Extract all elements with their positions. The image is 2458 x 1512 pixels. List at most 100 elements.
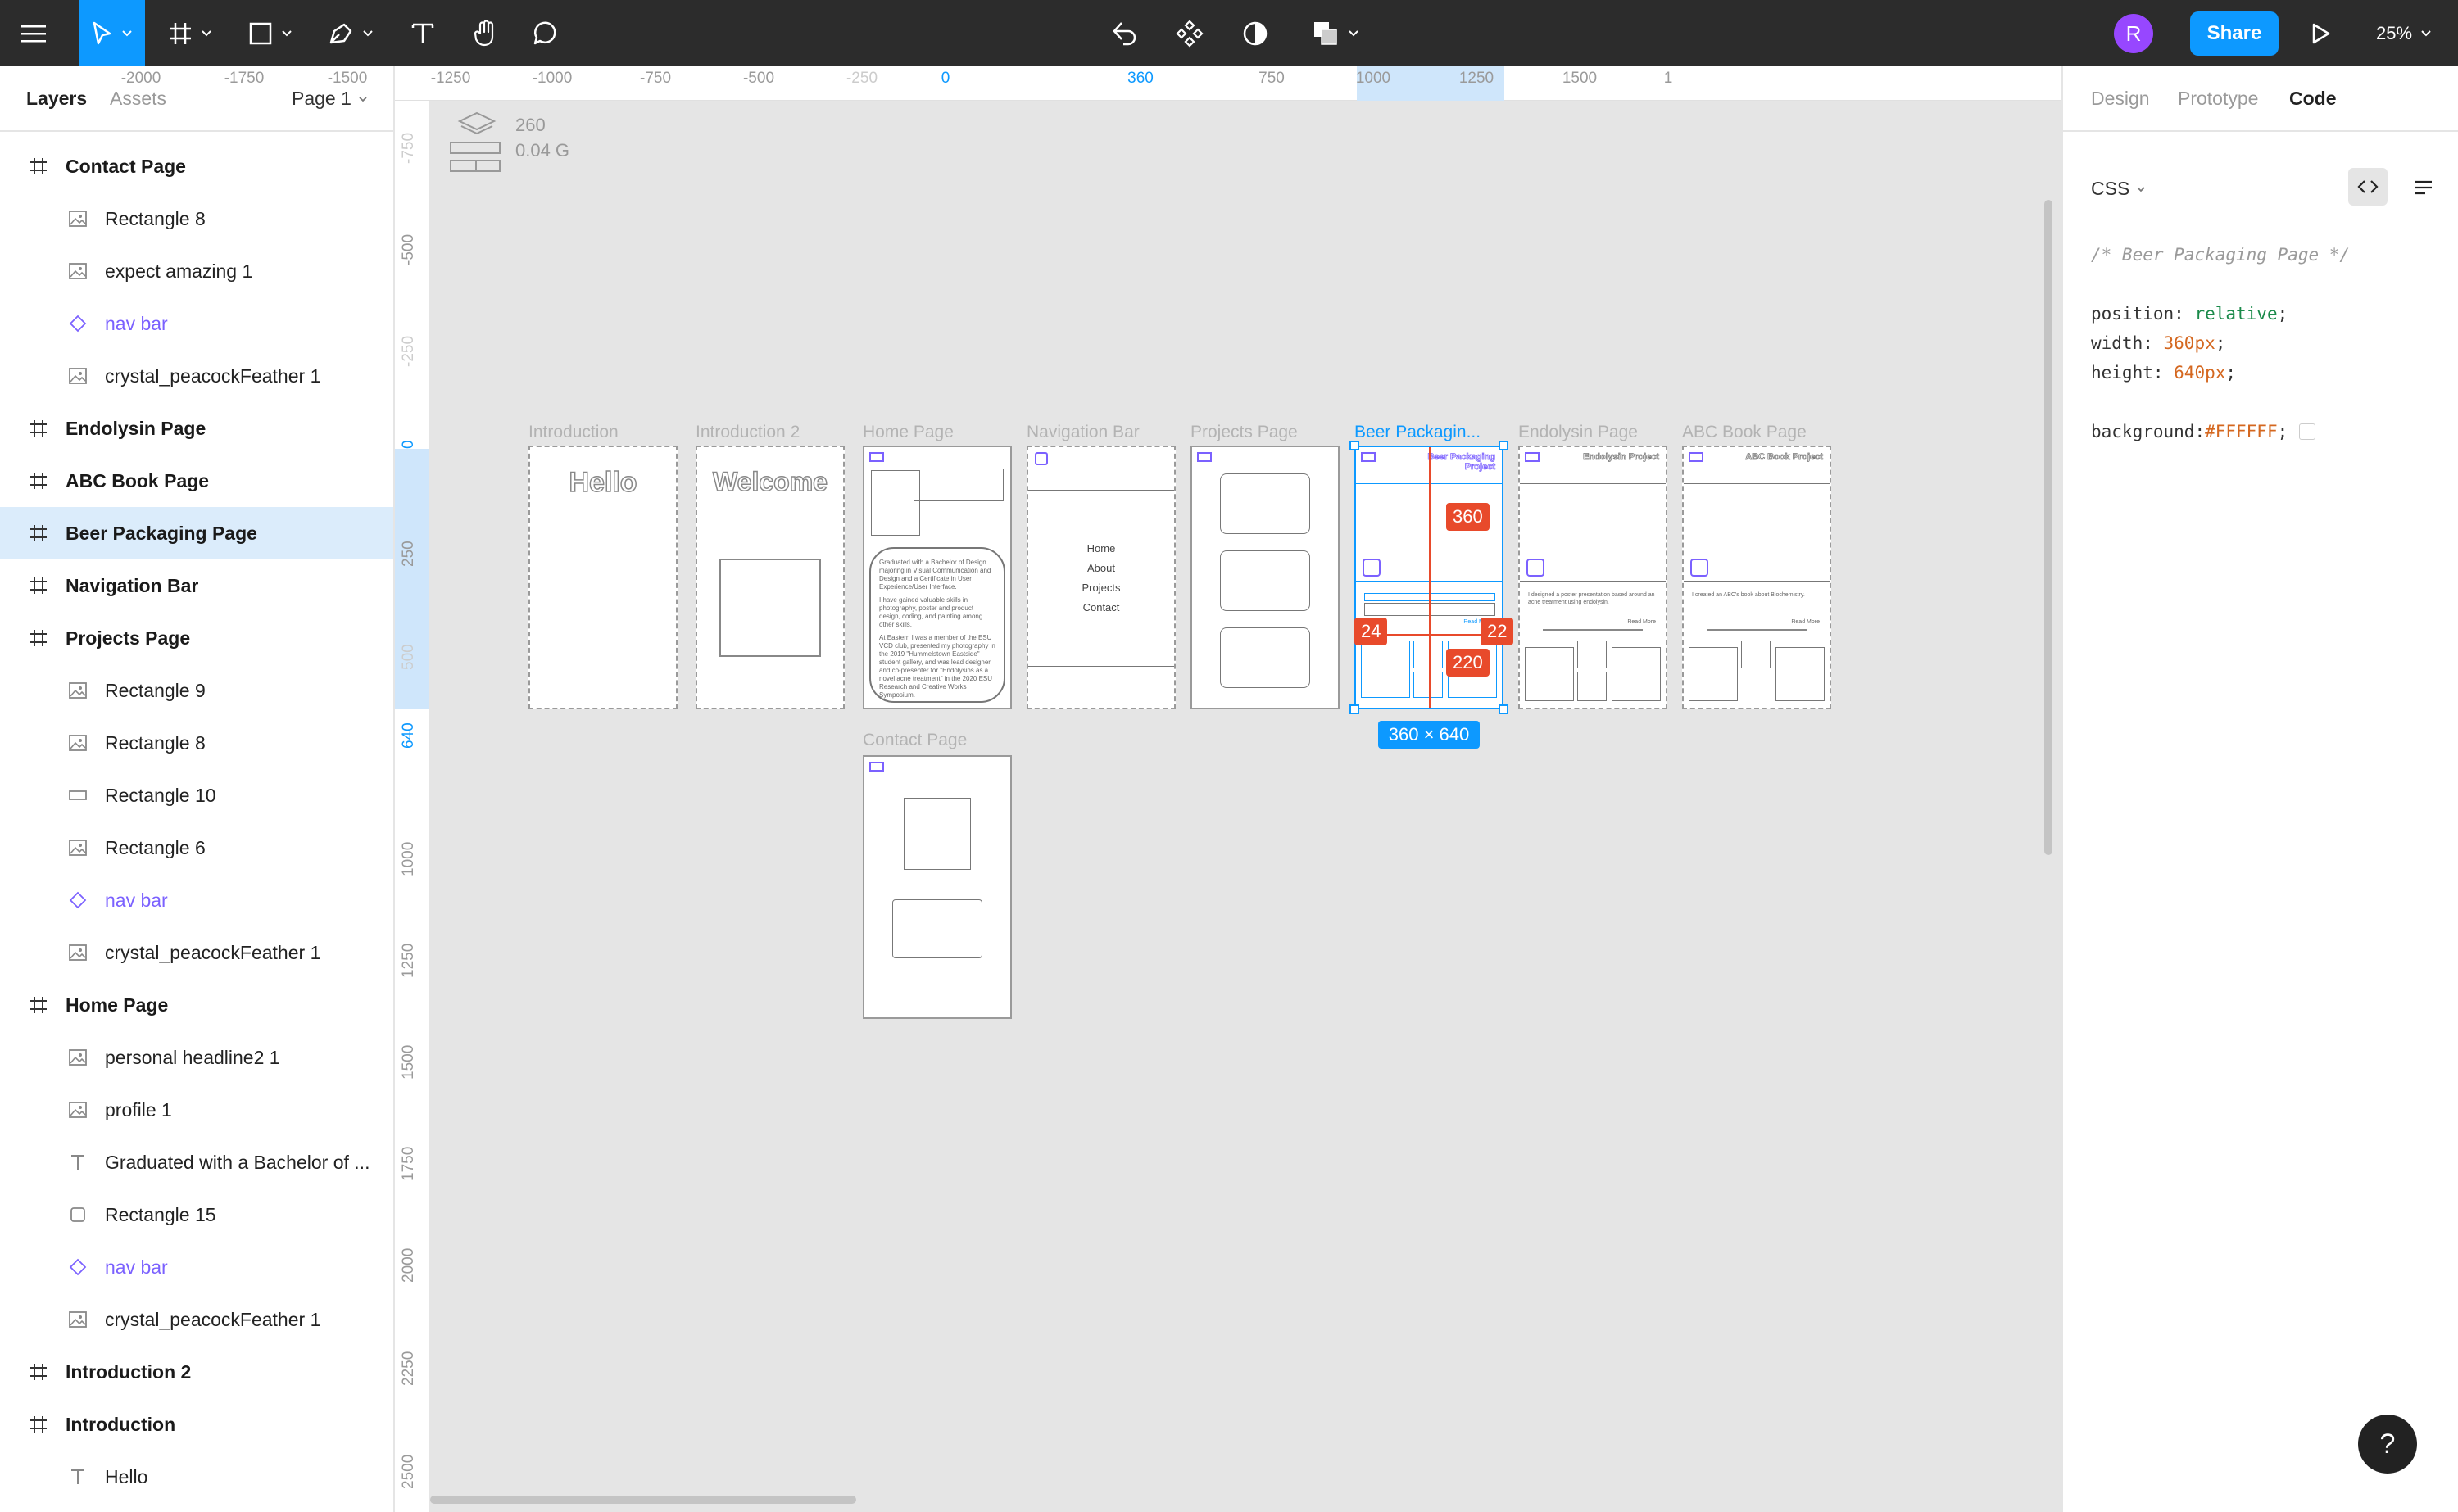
layer-row[interactable]: Projects Page bbox=[0, 612, 393, 664]
frame-introduction-2[interactable]: Welcome bbox=[696, 446, 845, 709]
layer-label: crystal_peacockFeather 1 bbox=[105, 1308, 321, 1330]
nav-item-home[interactable]: Home bbox=[1087, 539, 1116, 559]
layer-row[interactable]: nav bar bbox=[0, 1241, 393, 1293]
shape-tool-button[interactable] bbox=[238, 0, 303, 66]
layer-row[interactable]: Home Page bbox=[0, 979, 393, 1031]
layer-row[interactable]: crystal_peacockFeather 1 bbox=[0, 1293, 393, 1346]
layer-row[interactable]: Introduction bbox=[0, 1398, 393, 1451]
list-view-button[interactable] bbox=[2407, 171, 2440, 204]
frame-title-beer-packaging[interactable]: Beer Packagin... bbox=[1354, 423, 1481, 442]
boolean-button[interactable] bbox=[1303, 0, 1368, 66]
ruler-tick-label: 2500 bbox=[400, 1454, 417, 1489]
nav-bar-icon bbox=[1361, 452, 1376, 462]
layer-row[interactable]: Rectangle 15 bbox=[0, 1188, 393, 1241]
nav-bar-icon bbox=[1525, 452, 1540, 462]
layer-row[interactable]: Rectangle 6 bbox=[0, 822, 393, 874]
hand-tool-button[interactable] bbox=[459, 0, 511, 66]
ruler-tick-label: 1500 bbox=[1562, 70, 1598, 87]
share-button[interactable]: Share bbox=[2190, 11, 2279, 56]
layer-row[interactable]: nav bar bbox=[0, 874, 393, 926]
frame-title-introduction[interactable]: Introduction bbox=[528, 423, 619, 442]
resize-handle[interactable] bbox=[1349, 441, 1359, 450]
menu-icon[interactable] bbox=[0, 0, 67, 66]
frame-title-projects-page[interactable]: Projects Page bbox=[1190, 423, 1298, 442]
project-header: Beer Packaging Project bbox=[1427, 452, 1495, 473]
nav-item-projects[interactable]: Projects bbox=[1082, 578, 1121, 598]
code-view-button[interactable] bbox=[2348, 168, 2388, 206]
frame-tool-button[interactable] bbox=[157, 0, 223, 66]
ruler-tick-label: 0 bbox=[400, 440, 417, 449]
nav-item-about[interactable]: About bbox=[1087, 559, 1115, 578]
tab-layers[interactable]: Layers bbox=[26, 88, 87, 110]
code-comment: /* Beer Packaging Page */ bbox=[2091, 245, 2351, 265]
layer-row[interactable]: Endolysin Page bbox=[0, 402, 393, 455]
layer-row[interactable]: Hello bbox=[0, 1451, 393, 1503]
design-canvas[interactable]: 260 0.04 G Introduction Introduction 2 H… bbox=[430, 102, 2061, 1512]
frame-contact-page[interactable] bbox=[863, 755, 1012, 1019]
frame-endolysin-page[interactable]: Endolysin Project I designed a poster pr… bbox=[1518, 446, 1667, 709]
frame-projects-page[interactable] bbox=[1190, 446, 1340, 709]
move-tool-button[interactable] bbox=[79, 0, 145, 66]
resize-handle[interactable] bbox=[1499, 441, 1508, 450]
layer-label: Rectangle 6 bbox=[105, 836, 206, 858]
zoom-dropdown[interactable]: 25% bbox=[2376, 0, 2432, 66]
layer-row[interactable]: Beer Packaging Page bbox=[0, 507, 393, 559]
nav-item-contact[interactable]: Contact bbox=[1083, 598, 1120, 618]
layer-row[interactable]: ABC Book Page bbox=[0, 455, 393, 507]
frame-title-introduction-2[interactable]: Introduction 2 bbox=[696, 423, 800, 442]
frame-title-contact-page[interactable]: Contact Page bbox=[863, 731, 967, 750]
page-selector-label: Page 1 bbox=[292, 88, 351, 109]
help-button[interactable]: ? bbox=[2358, 1415, 2417, 1474]
tab-prototype[interactable]: Prototype bbox=[2178, 88, 2258, 110]
resize-handle[interactable] bbox=[1349, 704, 1359, 714]
edit-object-button[interactable] bbox=[1098, 0, 1150, 66]
frame-abc-book-page[interactable]: ABC Book Project I created an ABC's book… bbox=[1682, 446, 1831, 709]
frame-navigation-bar[interactable]: Home About Projects Contact bbox=[1027, 446, 1176, 709]
page-selector[interactable]: Page 1 bbox=[292, 88, 368, 110]
ruler-tick-label: -1000 bbox=[532, 70, 573, 87]
divider bbox=[1543, 629, 1643, 631]
vertical-scrollbar[interactable] bbox=[2044, 200, 2052, 855]
frame-title-abc-book-page[interactable]: ABC Book Page bbox=[1682, 423, 1807, 442]
layer-row[interactable]: crystal_peacockFeather 1 bbox=[0, 926, 393, 979]
frame-title-endolysin-page[interactable]: Endolysin Page bbox=[1518, 423, 1638, 442]
comment-tool-button[interactable] bbox=[518, 0, 570, 66]
layer-row[interactable]: Rectangle 10 bbox=[0, 769, 393, 822]
code-language-dropdown[interactable]: CSS bbox=[2091, 178, 2146, 200]
horizontal-ruler: -2000 -1750 -1500 -1250 -1000 -750 -500 -250 0 36… bbox=[121, 66, 2061, 101]
tab-assets[interactable]: Assets bbox=[110, 88, 166, 110]
layer-row[interactable]: Rectangle 8 bbox=[0, 717, 393, 769]
mask-button[interactable] bbox=[1229, 0, 1281, 66]
layer-row[interactable]: Rectangle 9 bbox=[0, 664, 393, 717]
code-property: width bbox=[2091, 333, 2143, 353]
present-button[interactable] bbox=[2301, 0, 2342, 66]
pen-tool-button[interactable] bbox=[318, 0, 383, 66]
layer-row[interactable]: crystal_peacockFeather 1 bbox=[0, 350, 393, 402]
user-avatar[interactable]: R bbox=[2114, 14, 2153, 53]
layer-row[interactable]: profile 1 bbox=[0, 1084, 393, 1136]
layer-row[interactable]: Contact Page bbox=[0, 140, 393, 192]
ruler-tick-label: -1250 bbox=[430, 70, 471, 87]
layer-row[interactable]: Introduction 2 bbox=[0, 1346, 393, 1398]
layer-row[interactable]: Navigation Bar bbox=[0, 559, 393, 612]
ruler-tick-label: 1000 bbox=[1355, 70, 1391, 87]
frame-home-page[interactable]: Graduated with a Bachelor of Design majo… bbox=[863, 446, 1012, 709]
code-line: position: relative; bbox=[2091, 304, 2288, 324]
layer-row[interactable]: Graduated with a Bachelor of ... bbox=[0, 1136, 393, 1188]
frame-introduction[interactable]: Hello bbox=[528, 446, 678, 709]
frame-title-home-page[interactable]: Home Page bbox=[863, 423, 954, 442]
component-button[interactable] bbox=[1163, 0, 1216, 66]
horizontal-scrollbar[interactable] bbox=[430, 1496, 856, 1504]
tab-code[interactable]: Code bbox=[2289, 88, 2337, 110]
tab-design[interactable]: Design bbox=[2091, 88, 2150, 110]
layer-row[interactable]: expect amazing 1 bbox=[0, 245, 393, 297]
layer-row[interactable]: Rectangle 8 bbox=[0, 192, 393, 245]
text-tool-button[interactable] bbox=[397, 0, 449, 66]
layer-row[interactable]: personal headline2 1 bbox=[0, 1031, 393, 1084]
layer-row[interactable]: nav bar bbox=[0, 297, 393, 350]
frame-title-navigation-bar[interactable]: Navigation Bar bbox=[1027, 423, 1140, 442]
resize-handle[interactable] bbox=[1499, 704, 1508, 714]
read-more-link[interactable]: Read More bbox=[1791, 619, 1820, 625]
selection-size-badge: 360 × 640 bbox=[1378, 721, 1480, 749]
read-more-link[interactable]: Read More bbox=[1627, 619, 1656, 625]
